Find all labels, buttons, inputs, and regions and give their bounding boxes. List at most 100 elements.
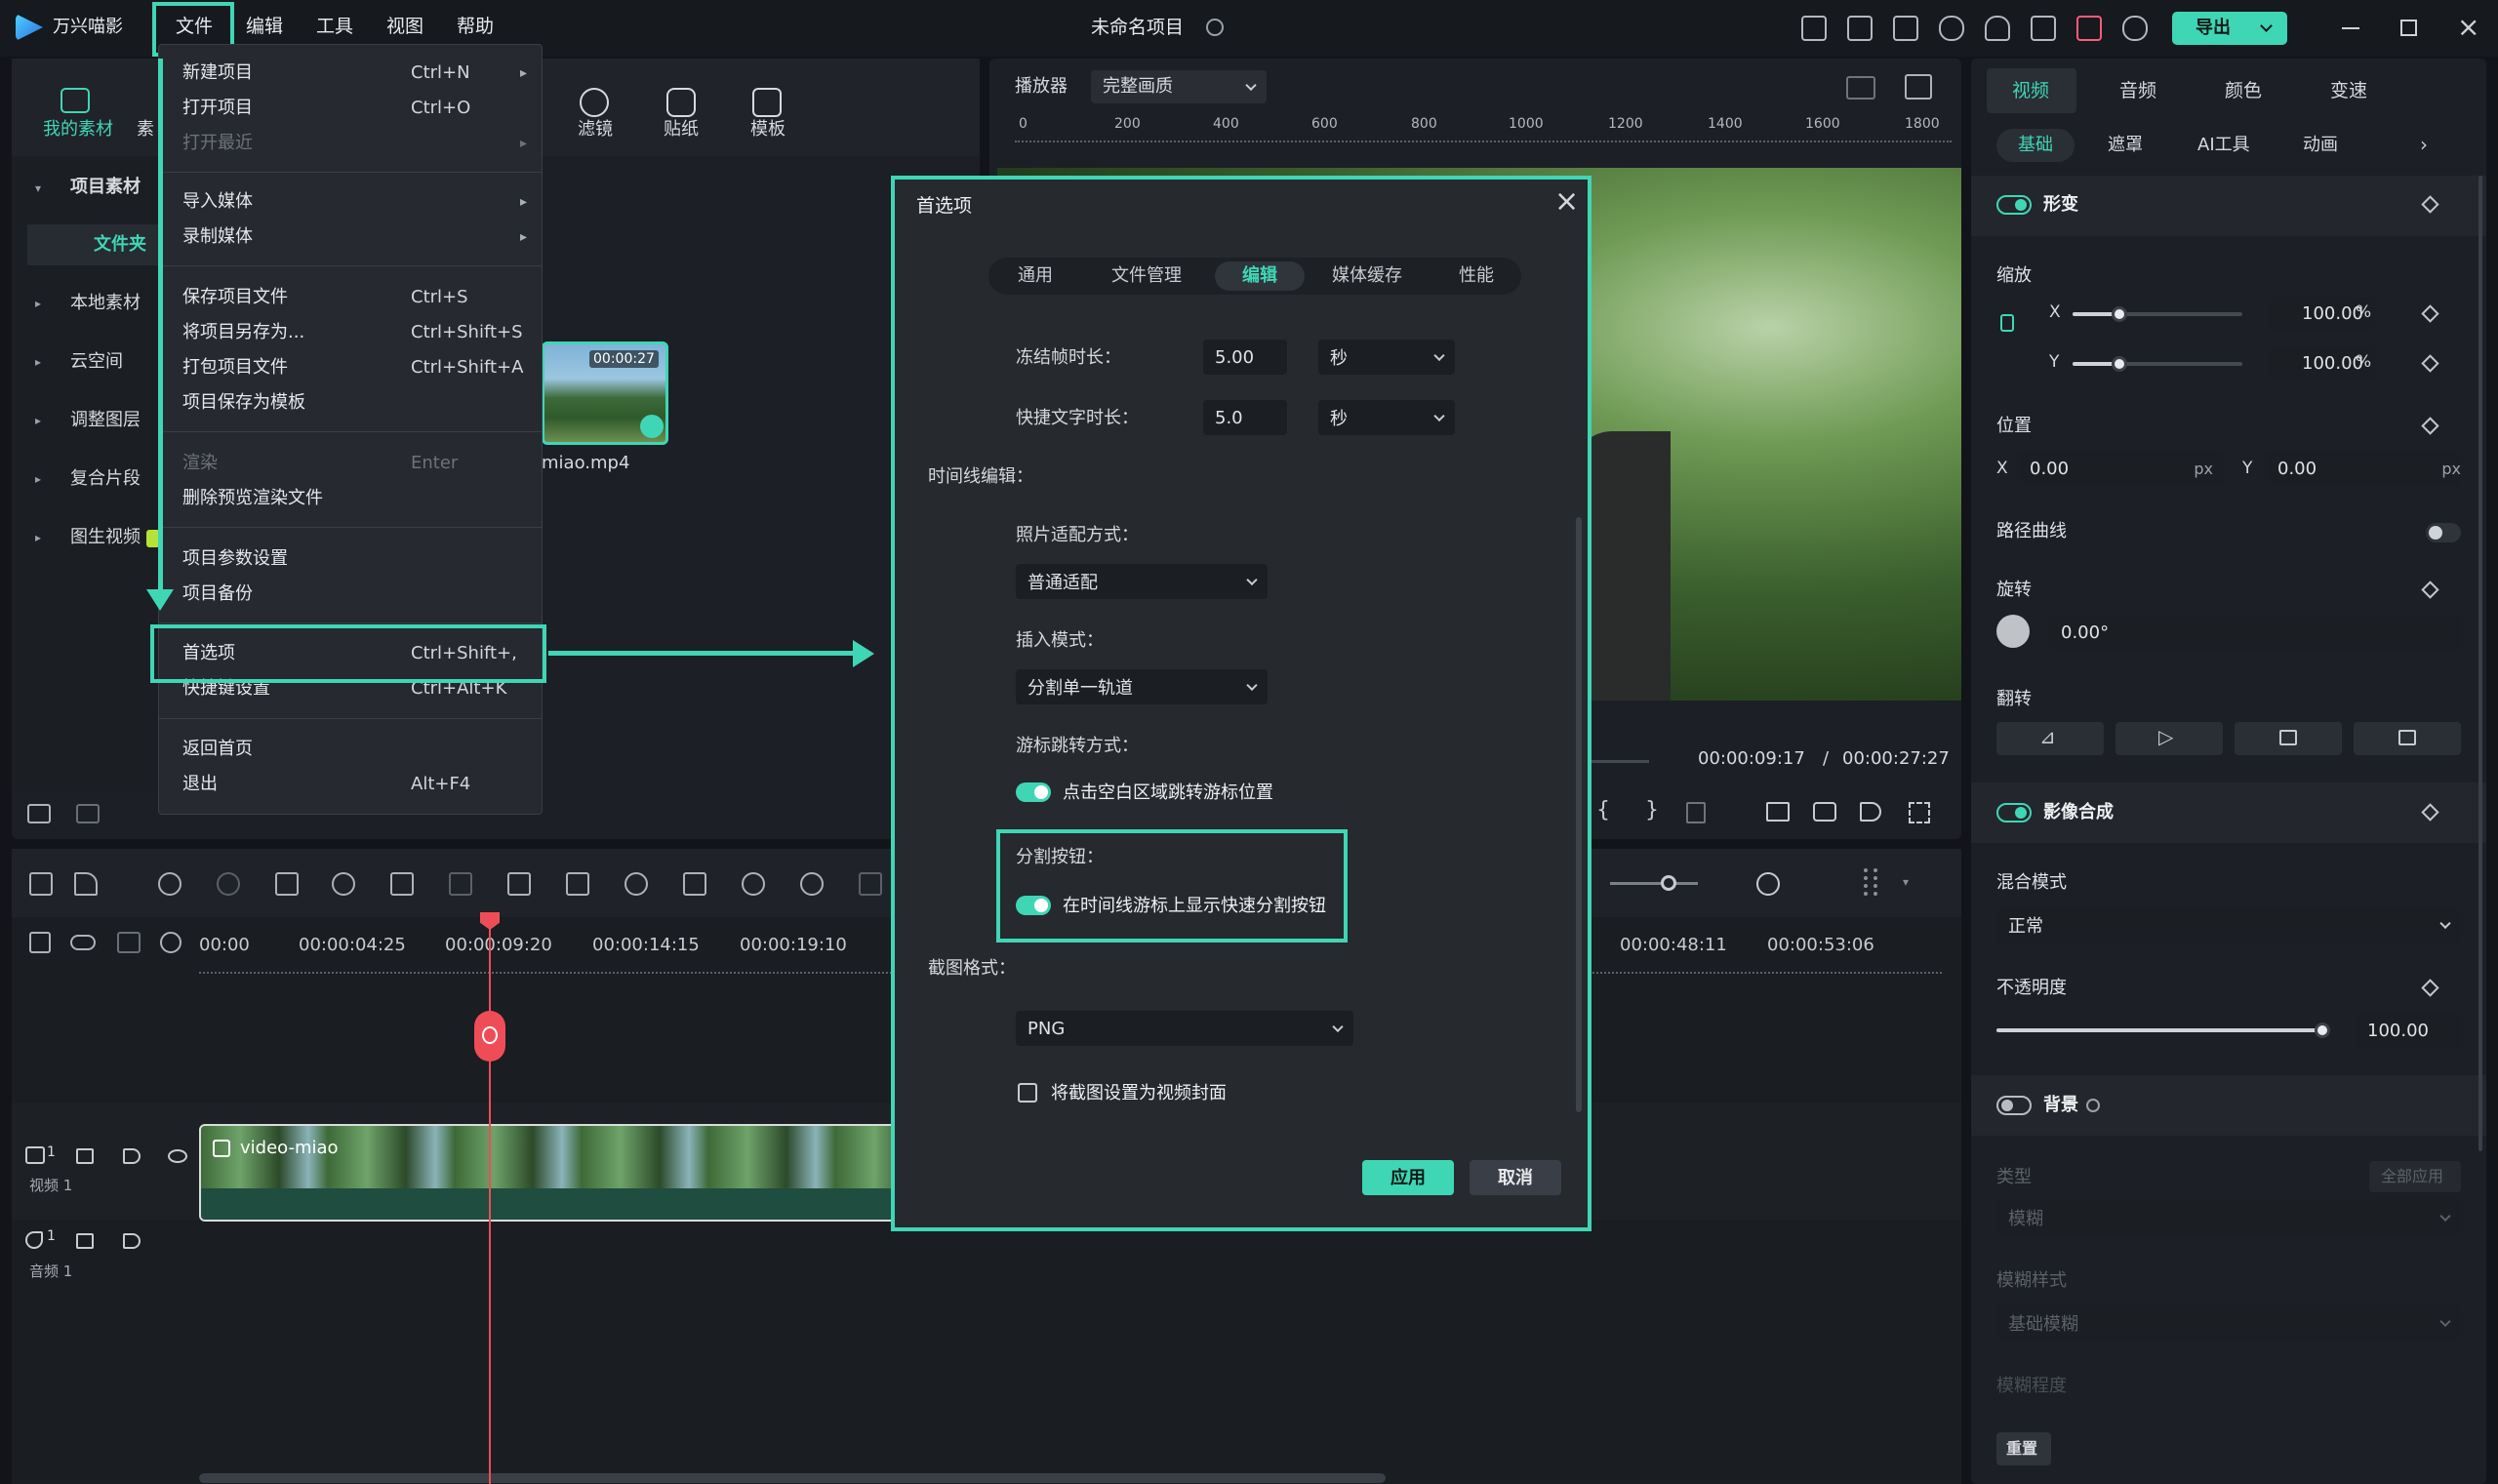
sidebar-folder[interactable]: 文件夹 — [94, 236, 146, 254]
cart-icon[interactable] — [2076, 16, 2102, 41]
position-x-input[interactable]: 0.00 px — [2018, 451, 2223, 486]
opacity-knob[interactable] — [2315, 1023, 2330, 1038]
save-icon[interactable] — [1893, 16, 1918, 41]
crop-icon[interactable] — [390, 872, 414, 896]
tab-audio[interactable]: 音频 — [2119, 82, 2156, 100]
menu-view[interactable]: 视图 — [386, 18, 423, 36]
cut-icon[interactable] — [332, 872, 355, 896]
menu-save-project[interactable]: 保存项目文件 — [182, 289, 288, 306]
subtab-mask[interactable]: 遮罩 — [2108, 137, 2143, 154]
tab-edit[interactable]: 编辑 — [1242, 267, 1277, 285]
menu-delete-render[interactable]: 删除预览渲染文件 — [182, 490, 323, 507]
mark-out-icon[interactable]: } — [1645, 800, 1659, 822]
marker-icon[interactable] — [1686, 802, 1706, 823]
snap-icon[interactable] — [160, 932, 181, 953]
tab-video[interactable]: 视频 — [2012, 82, 2049, 100]
restore-icon[interactable] — [2400, 20, 2417, 36]
audio-edit-icon[interactable] — [449, 872, 472, 896]
template-icon[interactable] — [752, 88, 782, 117]
speed-icon[interactable] — [859, 872, 882, 896]
filter-icon[interactable] — [580, 88, 609, 117]
cloud-icon[interactable] — [1939, 16, 1964, 41]
delete-icon[interactable] — [275, 872, 299, 896]
zoom-slider-knob[interactable] — [1661, 875, 1676, 891]
subtab-ai-tools[interactable]: AI工具 — [2197, 137, 2250, 154]
menu-help[interactable]: 帮助 — [457, 18, 494, 36]
text-icon[interactable] — [507, 872, 531, 896]
freeze-frame-input[interactable]: 5.00 — [1203, 340, 1287, 375]
user-icon[interactable] — [2122, 16, 2148, 41]
property-scrollbar[interactable] — [2478, 176, 2482, 1151]
close-window-icon[interactable]: × — [2457, 14, 2479, 41]
snapshot-icon[interactable] — [1813, 802, 1836, 822]
timeline-scrollbar[interactable] — [199, 1473, 1386, 1483]
merge-icon[interactable] — [800, 872, 824, 896]
new-folder-icon[interactable] — [27, 804, 51, 823]
audio-wave-icon[interactable] — [742, 872, 765, 896]
reset-button[interactable]: 重置 — [1996, 1432, 2051, 1465]
menu-save-as[interactable]: 将项目另存为... — [182, 324, 304, 341]
menu-import-media[interactable]: 导入媒体 — [182, 193, 253, 211]
quick-text-unit-select[interactable]: 秒 — [1318, 400, 1455, 435]
chevron-right-icon[interactable]: › — [2420, 135, 2428, 154]
layout-grid-icon[interactable] — [29, 872, 53, 896]
menu-project-backup[interactable]: 项目备份 — [182, 585, 253, 603]
cover-checkbox[interactable] — [1018, 1083, 1037, 1103]
background-toggle[interactable] — [1996, 1096, 2032, 1115]
export-button[interactable]: 导出 — [2172, 12, 2287, 45]
tab-file-management[interactable]: 文件管理 — [1111, 267, 1182, 285]
menu-back-home[interactable]: 返回首页 — [182, 741, 253, 758]
quality-select[interactable]: 完整画质 — [1091, 70, 1267, 103]
select-tool-icon[interactable] — [74, 872, 98, 896]
tab-performance[interactable]: 性能 — [1459, 267, 1494, 285]
fullscreen-icon[interactable] — [1909, 802, 1930, 823]
menu-record-media[interactable]: 录制媒体 — [182, 228, 253, 246]
folder-track-icon[interactable] — [76, 1233, 94, 1249]
sticker-icon[interactable] — [666, 88, 696, 117]
stock-tab[interactable]: 素 — [137, 121, 154, 139]
minimize-icon[interactable] — [2342, 27, 2359, 29]
transform-toggle[interactable] — [1996, 195, 2032, 215]
opacity-input[interactable]: 100.00 — [2356, 1013, 2461, 1048]
tab-general[interactable]: 通用 — [1018, 267, 1053, 285]
menu-edit[interactable]: 编辑 — [246, 18, 283, 36]
my-media-tab[interactable]: 我的素材 — [43, 121, 113, 139]
scale-y-knob[interactable] — [2112, 356, 2127, 372]
player-progress-track[interactable] — [1591, 760, 1649, 763]
media-file-name[interactable]: miao.mp4 — [542, 455, 629, 472]
subtab-animation[interactable]: 动画 — [2303, 137, 2338, 154]
rotation-input[interactable]: 0.00° — [2049, 615, 2461, 650]
screenshot-format-select[interactable]: PNG — [1016, 1011, 1353, 1046]
add-track-icon[interactable] — [29, 932, 51, 953]
layout-icon[interactable] — [1847, 16, 1873, 41]
chevron-down-icon[interactable]: ▾ — [1903, 876, 1909, 888]
image-icon[interactable] — [1905, 74, 1932, 100]
ai-text-icon[interactable] — [683, 872, 706, 896]
link-icon[interactable] — [70, 935, 96, 950]
quick-text-input[interactable]: 5.0 — [1203, 400, 1287, 435]
tab-media-cache[interactable]: 媒体缓存 — [1332, 267, 1402, 285]
sidebar-item-compound[interactable]: 复合片段 — [70, 470, 141, 488]
media-library-icon[interactable] — [1801, 16, 1827, 41]
undo-icon[interactable] — [158, 872, 181, 896]
sidebar-item-adjust-layer[interactable]: 调整图层 — [70, 412, 141, 429]
zoom-in-icon[interactable] — [1756, 872, 1780, 896]
menu-tools[interactable]: 工具 — [316, 18, 353, 36]
mark-in-icon[interactable]: { — [1596, 800, 1610, 822]
track-manage-icon[interactable] — [117, 932, 141, 953]
close-icon[interactable]: × — [1554, 187, 1579, 217]
media-thumbnail[interactable]: 00:00:27 — [542, 341, 668, 445]
menu-pack-project[interactable]: 打包项目文件 — [182, 359, 288, 377]
compositing-toggle[interactable] — [1996, 803, 2032, 822]
tab-color[interactable]: 颜色 — [2225, 82, 2262, 100]
photo-fit-select[interactable]: 普通适配 — [1016, 564, 1268, 599]
menu-save-template[interactable]: 项目保存为模板 — [182, 394, 305, 412]
display-icon[interactable] — [1766, 802, 1790, 822]
menu-exit[interactable]: 退出 — [182, 776, 218, 793]
my-media-icon[interactable] — [60, 88, 90, 113]
folder-icon[interactable] — [76, 804, 100, 823]
mute-icon[interactable] — [123, 1233, 141, 1249]
subtab-basic[interactable]: 基础 — [2018, 137, 2053, 154]
video-clip[interactable]: video-miao — [199, 1124, 902, 1222]
freeze-unit-select[interactable]: 秒 — [1318, 340, 1455, 375]
